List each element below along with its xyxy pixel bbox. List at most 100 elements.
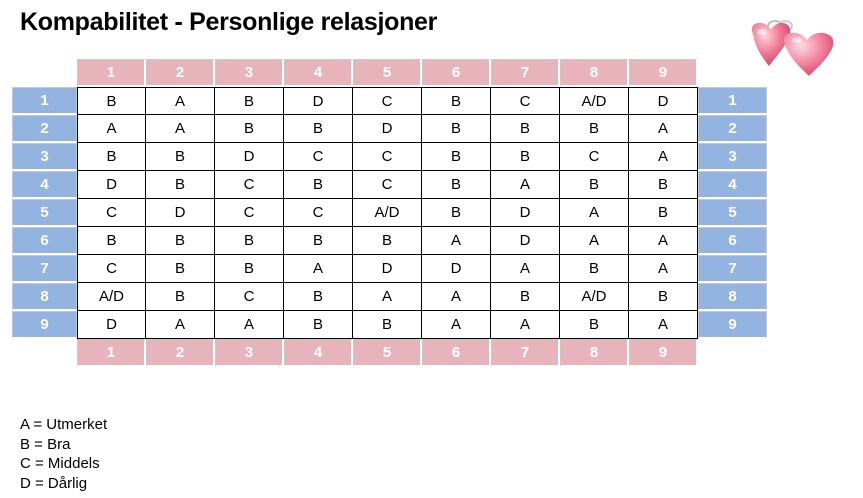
right-row-header-7: 7 — [698, 255, 767, 283]
grid-cell: B — [491, 283, 560, 311]
grid-cell: C — [215, 199, 284, 227]
grid-cell: A/D — [353, 199, 422, 227]
grid-cell: A — [491, 171, 560, 199]
right-row-header-3: 3 — [698, 143, 767, 171]
grid-cell: D — [491, 227, 560, 255]
table-row: 8 A/D B C B A A B A/D B 8 — [12, 283, 767, 311]
grid-cell: A — [422, 311, 491, 339]
grid-cell: B — [422, 171, 491, 199]
table-row: 6BBBBBADAA6 — [12, 227, 767, 255]
right-row-header-8: 8 — [698, 283, 767, 311]
grid-cell: D — [422, 255, 491, 283]
table-row: 9DAABBAABA9 — [12, 311, 767, 339]
top-column-header-8: 8 — [560, 59, 629, 87]
grid-cell: B — [146, 283, 215, 311]
left-row-header-6: 6 — [12, 227, 77, 255]
corner-cell — [12, 59, 77, 87]
grid-cell: A — [629, 143, 698, 171]
grid-cell: C — [353, 87, 422, 115]
grid-cell: B — [491, 143, 560, 171]
grid-cell: A — [422, 227, 491, 255]
bottom-column-header-8: 8 — [560, 339, 629, 367]
top-column-header-7: 7 — [491, 59, 560, 87]
grid-cell: B — [422, 199, 491, 227]
grid-cell: B — [560, 115, 629, 143]
top-column-header-6: 6 — [422, 59, 491, 87]
grid-cell: B — [146, 143, 215, 171]
grid-cell: B — [77, 87, 146, 115]
grid-cell: A — [146, 311, 215, 339]
grid-cell: A — [629, 311, 698, 339]
grid-cell: B — [629, 199, 698, 227]
grid-cell: D — [77, 311, 146, 339]
bottom-column-header-5: 5 — [353, 339, 422, 367]
bottom-column-header-row: 123456789 — [12, 339, 767, 367]
bottom-column-header-2: 2 — [146, 339, 215, 367]
table-row: 1 B A B D C B C A/D D 1 — [12, 87, 767, 115]
grid-cell: A — [215, 311, 284, 339]
bottom-column-header-9: 9 — [629, 339, 698, 367]
grid-cell: B — [215, 115, 284, 143]
grid-cell: B — [146, 171, 215, 199]
grid-cell: B — [215, 255, 284, 283]
bottom-column-header-3: 3 — [215, 339, 284, 367]
grid-cell: C — [353, 171, 422, 199]
left-row-header-2: 2 — [12, 115, 77, 143]
bottom-column-header-7: 7 — [491, 339, 560, 367]
grid-cell: C — [284, 199, 353, 227]
legend-item-a: A = Utmerket — [20, 416, 108, 433]
grid-cell: D — [146, 199, 215, 227]
grid-cell: A — [284, 255, 353, 283]
grid-cell: B — [284, 171, 353, 199]
bottom-column-header-1: 1 — [77, 339, 146, 367]
grid-cell: A/D — [560, 87, 629, 115]
grid-cell: B — [77, 227, 146, 255]
grid-cell: D — [629, 87, 698, 115]
left-row-header-9: 9 — [12, 311, 77, 339]
grid-cell: A — [629, 115, 698, 143]
grid-cell: C — [77, 199, 146, 227]
grid-cell: C — [215, 171, 284, 199]
grid-cell: B — [353, 227, 422, 255]
grid-cell: B — [77, 143, 146, 171]
right-row-header-5: 5 — [698, 199, 767, 227]
right-row-header-9: 9 — [698, 311, 767, 339]
grid-cell: A — [629, 227, 698, 255]
grid-cell: C — [215, 283, 284, 311]
grid-cell: A — [146, 115, 215, 143]
left-row-header-5: 5 — [12, 199, 77, 227]
grid-cell: A — [560, 227, 629, 255]
legend-item-b: B = Bra — [20, 435, 71, 453]
grid-cell: B — [146, 255, 215, 283]
corner-cell — [698, 339, 767, 367]
table-row: 5 C D C C A/D B D A B 5 — [12, 199, 767, 227]
left-row-header-7: 7 — [12, 255, 77, 283]
right-row-header-1: 1 — [698, 87, 767, 115]
grid-cell: B — [560, 255, 629, 283]
left-row-header-8: 8 — [12, 283, 77, 311]
grid-cell: D — [215, 143, 284, 171]
legend-item-c: C = Middels — [20, 455, 100, 472]
grid-cell: B — [629, 171, 698, 199]
grid-cell: B — [422, 143, 491, 171]
compatibility-table: 1 2 3 4 5 6 7 8 9 1 B A B D C B C A/D D 1 2 A A B B D B B B A 2 3 B B D C C B… — [12, 59, 767, 367]
grid-cell: D — [284, 87, 353, 115]
grid-cell: D — [77, 171, 146, 199]
grid-cell: A — [491, 311, 560, 339]
grid-cell: B — [560, 311, 629, 339]
page-title: Kompabilitet - Personlige relasjoner — [20, 8, 438, 36]
grid-cell: B — [284, 311, 353, 339]
table-row: 3BBDCCBBCA3 — [12, 143, 767, 171]
legend: A = Utmerket B = Bra C = Middels D = Dår… — [20, 415, 107, 493]
grid-cell: A — [353, 283, 422, 311]
corner-cell — [12, 339, 77, 367]
top-column-header-4: 4 — [284, 59, 353, 87]
top-column-header-9: 9 — [629, 59, 698, 87]
grid-cell: B — [491, 115, 560, 143]
grid-cell: B — [284, 227, 353, 255]
grid-cell: A/D — [560, 283, 629, 311]
grid-cell: A/D — [77, 283, 146, 311]
bottom-column-header-6: 6 — [422, 339, 491, 367]
compatibility-table-wrap: 1 2 3 4 5 6 7 8 9 1 B A B D C B C A/D D 1 2 A A B B D B B B A 2 3 B B D C C B… — [12, 59, 767, 367]
grid-cell: C — [491, 87, 560, 115]
